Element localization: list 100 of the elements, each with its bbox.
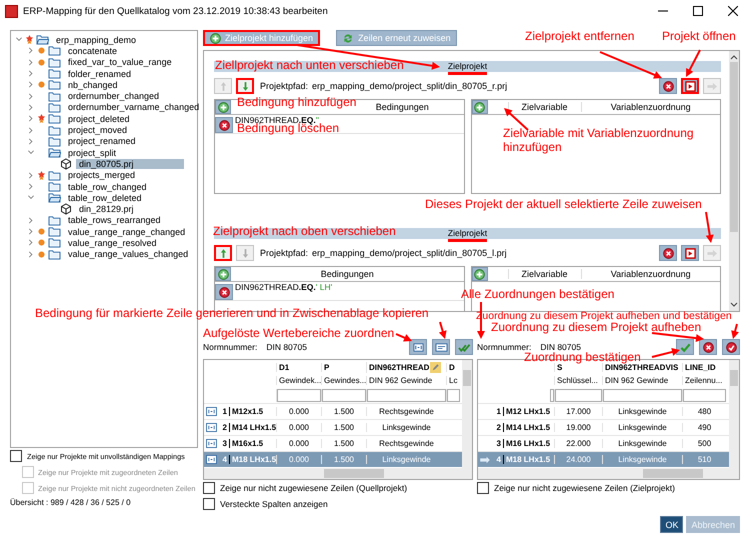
scrollbar[interactable] xyxy=(729,51,739,311)
chevron-right-icon[interactable] xyxy=(27,183,35,190)
chevron-right-icon[interactable] xyxy=(27,92,35,100)
norm-number: DIN 80705 xyxy=(266,342,307,352)
scroll-up-icon[interactable] xyxy=(730,54,738,60)
chevron-right-icon[interactable] xyxy=(27,126,35,134)
tree-item[interactable]: concatenate xyxy=(65,46,120,56)
unassign-confirm-button[interactable] xyxy=(722,339,740,355)
cube-icon xyxy=(60,158,72,170)
tree-item[interactable]: fixed_var_to_value_range xyxy=(65,57,175,68)
scrollbar[interactable] xyxy=(478,468,739,479)
filter-field[interactable] xyxy=(683,388,726,402)
add-condition-button[interactable] xyxy=(215,267,231,281)
tree-item[interactable]: project_split xyxy=(65,148,120,158)
open-project-button[interactable] xyxy=(681,245,699,261)
filter-field[interactable] xyxy=(447,388,460,402)
tree-item[interactable]: ordernumber_varname_changed xyxy=(65,102,202,112)
checkbox[interactable] xyxy=(203,498,215,510)
tree-item[interactable]: nb_changed xyxy=(65,80,121,90)
tree-item[interactable]: din_80705.prj xyxy=(76,158,184,169)
checkbox[interactable] xyxy=(10,450,22,462)
move-up-button[interactable] xyxy=(214,245,232,261)
filter-field[interactable] xyxy=(550,388,554,402)
copy-condition-button[interactable] xyxy=(432,339,450,355)
table-cell: Linksgewinde xyxy=(382,455,431,464)
scroll-down-icon[interactable] xyxy=(730,302,738,308)
table-cell: 0.000 xyxy=(288,439,310,448)
chevron-right-icon[interactable] xyxy=(27,104,35,111)
scrollbar[interactable] xyxy=(729,360,739,468)
chevron-right-icon[interactable] xyxy=(27,58,35,66)
tree-item[interactable]: value_range_values_changed xyxy=(65,249,192,260)
close-icon[interactable] xyxy=(728,6,738,16)
overview-text: Übersicht : 989 / 428 / 36 / 525 / 0 xyxy=(10,498,132,507)
tree-item[interactable]: din_28129.prj xyxy=(76,204,137,214)
filter-field[interactable] xyxy=(277,388,321,402)
scrollbar[interactable] xyxy=(204,468,472,479)
maximize-icon[interactable] xyxy=(693,6,703,16)
chevron-down-icon[interactable] xyxy=(27,194,35,202)
remove-target-button[interactable] xyxy=(659,78,677,94)
chevron-right-icon[interactable] xyxy=(27,239,35,246)
row-number: 1 xyxy=(492,407,504,416)
tree-item[interactable]: project_deleted xyxy=(65,114,133,124)
chevron-down-icon[interactable] xyxy=(15,36,23,44)
filter-field[interactable] xyxy=(603,388,682,402)
delete-condition-button[interactable] xyxy=(215,284,233,300)
chevron-right-icon[interactable] xyxy=(27,228,35,236)
pencil-icon[interactable] xyxy=(430,362,442,372)
unassign-button[interactable] xyxy=(699,339,717,355)
chevron-right-icon[interactable] xyxy=(27,47,35,54)
annotation-text: Bedingung hinzufügen xyxy=(237,95,356,109)
tree-item[interactable]: table_row_deleted xyxy=(65,192,145,203)
chevron-right-icon[interactable] xyxy=(27,216,35,224)
table-cell: Rechtsgewinde xyxy=(379,407,434,416)
scrollbar[interactable] xyxy=(462,360,472,468)
tree-item[interactable]: folder_renamed xyxy=(65,68,134,79)
table-cell: Linksgewinde xyxy=(382,423,431,432)
ok-button[interactable]: OK xyxy=(660,516,684,533)
delete-condition-button[interactable] xyxy=(215,117,233,133)
filter-field[interactable] xyxy=(322,388,366,402)
chevron-right-icon[interactable] xyxy=(27,250,35,258)
annotation-text: Zuordnung zu diesem Projekt aufheben xyxy=(491,320,702,334)
tree-item[interactable]: project_renamed xyxy=(65,136,139,146)
filter-field[interactable] xyxy=(367,388,446,402)
add-variable-button[interactable] xyxy=(472,100,488,114)
tree-item[interactable]: erp_mapping_demo xyxy=(53,34,140,45)
chevron-right-icon[interactable] xyxy=(27,81,35,88)
row-number: 1 xyxy=(218,407,230,416)
open-project-button[interactable] xyxy=(681,78,699,94)
checkbox[interactable] xyxy=(477,482,489,494)
tree-item[interactable]: project_moved xyxy=(65,125,130,136)
add-condition-button[interactable] xyxy=(215,100,231,114)
arrow-right-icon xyxy=(706,80,718,92)
table-row[interactable]: 2 M14 LHx1.5 19.000 Linksgewinde 490 xyxy=(478,419,729,435)
table-row[interactable]: 2 M14 LHx1.5 0.000 1.500 Linksgewinde xyxy=(204,419,462,435)
row-number: 4 xyxy=(218,455,230,464)
remove-target-button[interactable] xyxy=(659,245,677,261)
path-label: Projektpfad: xyxy=(260,81,308,91)
tree-item[interactable]: value_range_resolved xyxy=(65,238,160,248)
tree-item[interactable]: table_rows_rearranged xyxy=(65,215,164,226)
arrow-up-icon xyxy=(220,80,226,92)
checkbox-label: Zeige nur nicht zugewiesene Zeilen (Zielprojekt) xyxy=(494,483,675,493)
chevron-right-icon[interactable] xyxy=(27,70,35,78)
range-icon xyxy=(206,423,216,432)
tree-item[interactable]: value_range_range_changed xyxy=(65,226,188,237)
chevron-down-icon[interactable] xyxy=(27,149,35,156)
filter-field[interactable] xyxy=(555,388,602,402)
resolve-ranges-button[interactable] xyxy=(409,339,427,355)
tree-item[interactable]: ordernumber_changed xyxy=(65,91,162,102)
play-window-icon xyxy=(684,248,696,258)
checkbox[interactable] xyxy=(203,482,215,494)
table-row[interactable]: 1 M12x1.5 0.000 1.500 Rechtsgewinde xyxy=(204,403,462,419)
close-icon xyxy=(218,120,230,130)
tree-item[interactable]: table_row_changed xyxy=(65,182,150,192)
chevron-right-icon[interactable] xyxy=(27,115,35,122)
add-variable-button[interactable] xyxy=(472,267,488,281)
tree-item[interactable]: projects_merged xyxy=(65,170,138,180)
chevron-right-icon[interactable] xyxy=(27,138,35,145)
table-row[interactable]: 1 M12 LHx1.5 17.000 Linksgewinde 480 xyxy=(478,403,729,419)
chevron-right-icon[interactable] xyxy=(27,172,35,179)
move-down-button[interactable] xyxy=(236,78,254,94)
